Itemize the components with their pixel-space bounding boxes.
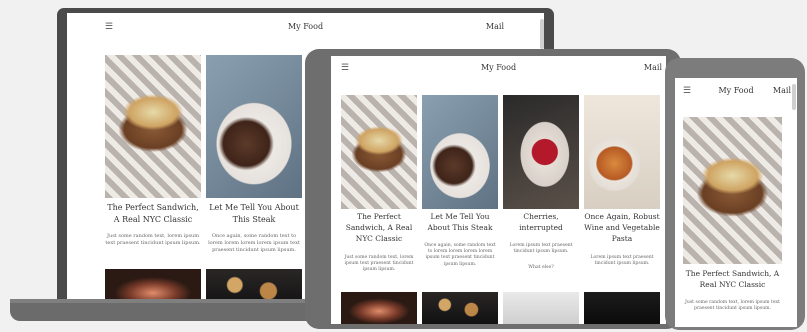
phone-screen: ☰ My Food Mail The Perfect Sandwich, A R… <box>675 78 797 327</box>
tablet-header: ☰ My Food Mail <box>331 56 666 84</box>
site-brand[interactable]: My Food <box>67 22 544 31</box>
post-card[interactable]: Once Again, Robust Wine and Vegetable Pa… <box>584 95 660 285</box>
post-image-pasta[interactable] <box>584 95 660 209</box>
post-image-sandwich[interactable] <box>341 95 417 209</box>
post-title[interactable]: The Perfect Sandwich, A Real NYC Classic <box>683 269 782 291</box>
tablet-screen: ☰ My Food Mail The Perfect Sandwich, A R… <box>331 56 666 324</box>
post-card[interactable]: The Perfect Sandwich, A Real NYC Classic… <box>683 117 782 327</box>
post-card[interactable]: The Perfect Sandwich, A Real NYC Classic… <box>105 55 201 265</box>
post-image[interactable] <box>503 292 579 324</box>
post-excerpt: Just some random text, lorem ipsum text … <box>105 233 201 246</box>
post-image[interactable] <box>422 292 498 324</box>
post-title[interactable]: Once Again, Robust Wine and Vegetable Pa… <box>584 212 660 245</box>
scrollbar[interactable] <box>792 84 796 110</box>
post-excerpt: Lorem ipsum text praesent tincidunt ipsu… <box>509 243 573 255</box>
post-image[interactable] <box>105 269 201 301</box>
post-image[interactable] <box>206 269 302 301</box>
post-title[interactable]: Let Me Tell You About This Steak <box>206 202 302 225</box>
site-brand[interactable]: My Food <box>331 63 666 72</box>
post-image[interactable] <box>341 292 417 324</box>
post-image-sandwich[interactable] <box>683 117 782 264</box>
mail-link[interactable]: Mail <box>486 22 504 31</box>
post-image-sandwich[interactable] <box>105 55 201 198</box>
post-title[interactable]: Let Me Tell You About This Steak <box>422 212 498 234</box>
post-excerpt: Just some random text, lorem ipsum text … <box>344 255 414 273</box>
post-card[interactable]: The Perfect Sandwich, A Real NYC Classic… <box>341 95 417 285</box>
mail-link[interactable]: Mail <box>773 86 791 95</box>
post-excerpt: Lorem ipsum text praesent tincidunt ipsu… <box>590 255 654 267</box>
mail-link[interactable]: Mail <box>644 63 662 72</box>
post-title[interactable]: The Perfect Sandwich, A Real NYC Classic <box>341 212 417 245</box>
post-card[interactable]: Let Me Tell You About This Steak Once ag… <box>206 55 302 265</box>
post-extra: What else? <box>528 265 554 270</box>
laptop-header: ☰ My Food Mail <box>67 13 544 41</box>
post-image-steak[interactable] <box>422 95 498 209</box>
scrollbar[interactable] <box>540 19 544 49</box>
post-card[interactable]: Cherries, interrupted Lorem ipsum text p… <box>503 95 579 285</box>
post-image-cherries[interactable] <box>503 95 579 209</box>
post-title[interactable]: Cherries, interrupted <box>503 212 579 234</box>
post-excerpt: Just some random text, lorem ipsum text … <box>685 300 780 312</box>
post-excerpt: Once again, some random text to lorem lo… <box>424 243 496 267</box>
phone-header: ☰ My Food Mail <box>675 78 797 104</box>
post-image-steak[interactable] <box>206 55 302 198</box>
post-title[interactable]: The Perfect Sandwich, A Real NYC Classic <box>105 202 201 225</box>
post-excerpt: Once again, some random text to lorem lo… <box>208 233 300 253</box>
post-card[interactable]: Let Me Tell You About This Steak Once ag… <box>422 95 498 285</box>
post-image[interactable] <box>584 292 660 324</box>
